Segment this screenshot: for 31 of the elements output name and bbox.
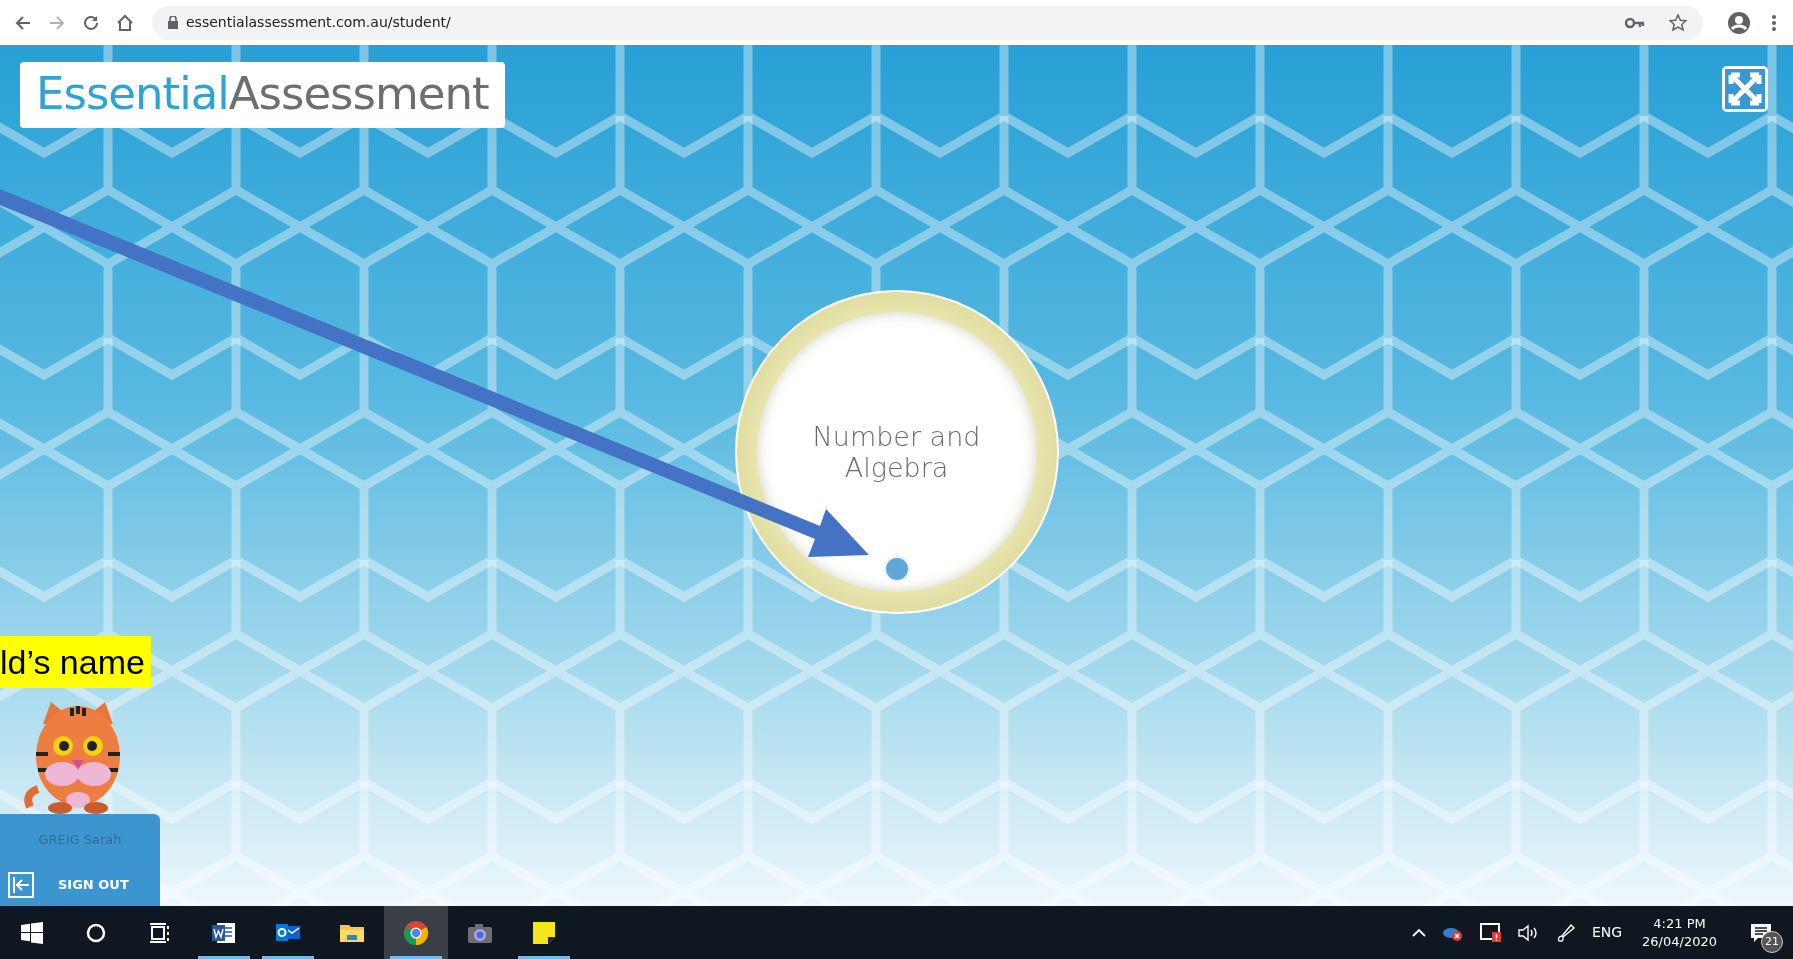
sticky-note-icon (531, 919, 557, 946)
more-menu-icon[interactable] (1771, 13, 1777, 32)
key-icon[interactable] (1625, 16, 1645, 29)
site-logo[interactable]: EssentialAssessment (20, 62, 505, 129)
expand-arrows-icon (1725, 69, 1765, 109)
home-icon (116, 13, 134, 32)
star-icon[interactable] (1669, 13, 1687, 32)
reload-icon (82, 13, 100, 32)
lock-icon (168, 16, 178, 29)
notifications-button[interactable]: 21 (1737, 906, 1785, 959)
chrome-browser-icon (403, 919, 429, 946)
annotation-label: ld’s name (0, 636, 151, 688)
clock-button[interactable]: 4:21 PM 26/04/2020 (1638, 913, 1721, 952)
taskbar-app-button[interactable] (384, 906, 448, 959)
progress-dot (883, 556, 910, 583)
language-indicator[interactable]: ENG (1591, 922, 1623, 943)
forward-arrow-icon (48, 13, 66, 32)
task-view-icon (149, 921, 171, 944)
sign-out-icon[interactable] (8, 872, 34, 898)
url-text: essentialassessment.com.au/student/ (186, 13, 451, 32)
display-alert-icon[interactable] (1479, 922, 1502, 943)
speaker-icon[interactable] (1517, 923, 1540, 942)
back-arrow-icon (14, 13, 32, 32)
windows-logo-icon (21, 921, 43, 944)
notification-count: 21 (1761, 931, 1783, 953)
address-bar[interactable]: essentialassessment.com.au/student/ (152, 5, 1703, 40)
fullscreen-button[interactable] (1722, 66, 1768, 112)
topic-title: Number and Algebra (811, 421, 982, 484)
search-circle-icon (86, 922, 106, 943)
profile-avatar-icon[interactable] (1727, 10, 1751, 35)
chevron-up-icon[interactable] (1411, 927, 1426, 938)
